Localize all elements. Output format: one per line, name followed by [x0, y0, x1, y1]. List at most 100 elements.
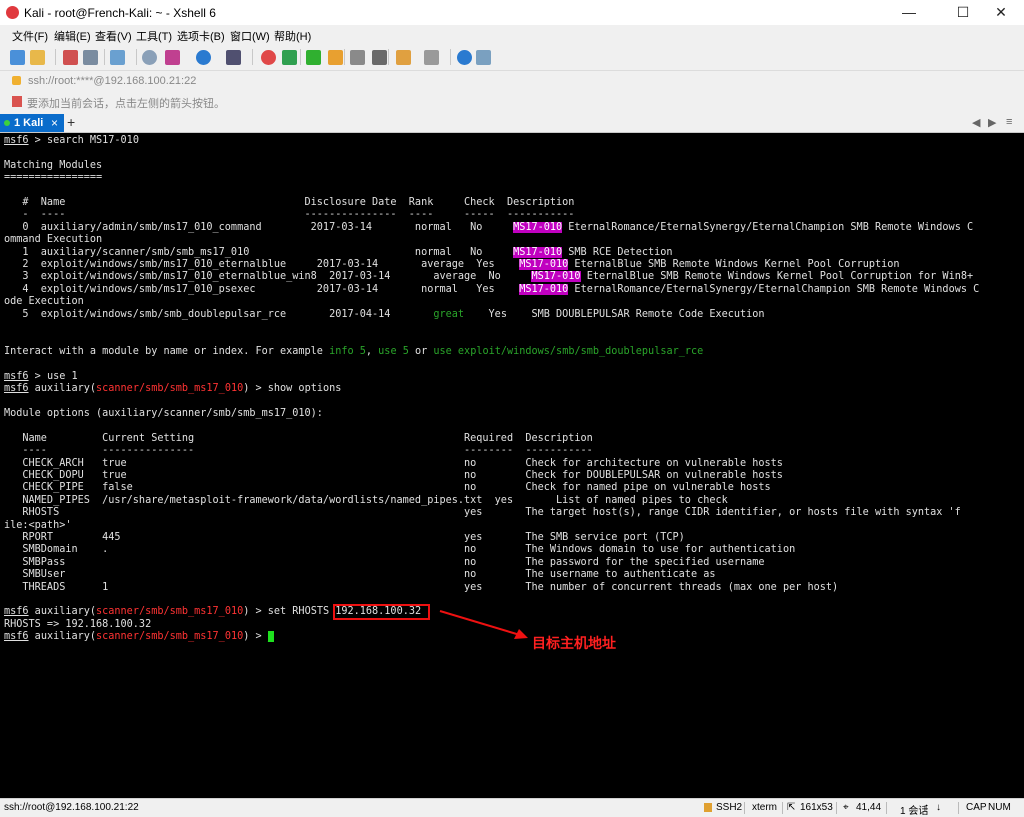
add-tab-icon[interactable]	[396, 50, 411, 65]
help-icon[interactable]	[457, 50, 472, 65]
bookmark-icon[interactable]	[12, 96, 22, 107]
section-title: Matching Modules	[4, 159, 103, 171]
close-button[interactable]: ✕	[978, 0, 1024, 25]
menu-file[interactable]: 文件(F)	[12, 28, 48, 44]
menu-edit[interactable]: 编辑(E)	[54, 28, 91, 44]
table-header: # Name Disclosure Date Rank Check Descri…	[4, 197, 575, 209]
tab-close-icon[interactable]: ×	[51, 116, 58, 130]
session-address[interactable]: ssh://root:****@192.168.100.21:22	[28, 75, 196, 87]
keyboard-icon[interactable]	[350, 50, 365, 65]
module-desc: EternalBlue SMB Remote Windows Kernel Po…	[580, 271, 974, 283]
command-text: set RHOSTS	[267, 606, 336, 618]
toolbar-divider	[136, 49, 137, 65]
prompt: msf6	[4, 606, 29, 618]
option-row: SMBDomain . no The Windows domain to use…	[4, 544, 796, 556]
status-position: 41,44	[856, 802, 882, 813]
tab-prev-icon[interactable]: ◀	[972, 116, 980, 129]
terminal-cursor: _	[267, 631, 274, 643]
ssh-lock-icon	[704, 803, 712, 812]
prompt-module: scanner/smb/smb_ms17_010	[96, 631, 244, 643]
status-protocol: SSH2	[716, 802, 743, 813]
disconnect-icon[interactable]	[63, 50, 78, 65]
compose-icon[interactable]	[372, 50, 387, 65]
option-row: THREADS 1 yes The number of concurrent t…	[4, 581, 839, 593]
color-scheme-icon[interactable]	[165, 50, 180, 65]
menu-bar: 文件(F) 编辑(E) 查看(V) 工具(T) 选项卡(B) 窗口(W) 帮助(…	[0, 25, 1024, 45]
open-folder-icon[interactable]	[30, 50, 45, 65]
menu-window[interactable]: 窗口(W)	[230, 28, 270, 44]
lock-icon[interactable]	[328, 50, 343, 65]
tab-next-icon[interactable]: ▶	[988, 116, 996, 129]
status-divider	[886, 802, 887, 814]
prompt: msf6	[4, 631, 29, 643]
menu-view[interactable]: 查看(V)	[95, 28, 132, 44]
module-row: 2 exploit/windows/smb/ms17_010_eternalbl…	[4, 259, 520, 271]
hint-command: use exploit/windows/smb/smb_doublepulsar…	[433, 345, 704, 357]
command-text: show options	[267, 383, 342, 395]
module-row: 5 exploit/windows/smb/smb_doublepulsar_r…	[4, 308, 434, 320]
xftp-icon[interactable]	[261, 50, 276, 65]
hint-sep: or	[408, 345, 434, 357]
status-caps: CAP	[966, 802, 987, 813]
interact-hint: Interact with a module by name or index.…	[4, 345, 330, 357]
session-tip-bar: 要添加当前会话，点击左侧的箭头按钮。	[0, 92, 1024, 112]
terminal-output: msf6 > search MS17-010 Matching Modules …	[4, 135, 979, 644]
annotation-label: 目标主机地址	[532, 635, 616, 651]
search-highlight: MS17-010	[519, 283, 569, 295]
toolbar-divider	[450, 49, 451, 65]
status-num: NUM	[988, 802, 1011, 813]
tab-bar: 1 Kali × + ◀ ▶ ≡	[0, 114, 1024, 133]
font-icon[interactable]	[226, 50, 241, 65]
tab-list-icon[interactable]: ≡	[1006, 116, 1012, 128]
find-icon[interactable]	[142, 50, 157, 65]
option-row: CHECK_ARCH true no Check for architectur…	[4, 457, 783, 469]
rank-great: great	[433, 308, 465, 320]
option-row: RPORT 445 yes The SMB service port (TCP)	[4, 532, 685, 543]
lock-icon	[12, 76, 21, 85]
properties-icon[interactable]	[110, 50, 125, 65]
session-tip: 要添加当前会话，点击左侧的箭头按钮。	[27, 98, 225, 110]
hint-command: info 5	[329, 345, 366, 357]
add-tab-button[interactable]: +	[67, 114, 75, 130]
fullscreen-icon[interactable]	[306, 50, 321, 65]
session-up-icon[interactable]: ↑	[924, 802, 929, 813]
module-row: 1 auxiliary/scanner/smb/smb_ms17_010 nor…	[4, 246, 514, 258]
globe-icon[interactable]	[196, 50, 211, 65]
menu-help[interactable]: 帮助(H)	[274, 28, 311, 44]
terminal[interactable]: msf6 > search MS17-010 Matching Modules …	[0, 133, 1024, 798]
toolbar-divider	[344, 49, 345, 65]
toolbar-divider	[300, 49, 301, 65]
section-title: Module options (auxiliary/scanner/smb/sm…	[4, 407, 323, 419]
prompt-context: auxiliary(	[28, 383, 97, 395]
tab-label: 1 Kali	[14, 117, 44, 129]
window-title: Kali - root@French-Kali: ~ - Xshell 6	[24, 6, 216, 20]
address-bar[interactable]: ssh://root:****@192.168.100.21:22	[0, 70, 1024, 93]
toolbar-divider	[388, 49, 389, 65]
module-row-rest: Yes SMB DOUBLEPULSAR Remote Code Executi…	[464, 308, 765, 320]
tab-kali[interactable]: 1 Kali ×	[0, 114, 64, 132]
chat-icon[interactable]	[476, 50, 491, 65]
command-text: > search MS17-010	[28, 135, 139, 146]
menu-tools[interactable]: 工具(T)	[136, 28, 172, 44]
minimize-button[interactable]: —	[886, 0, 932, 25]
new-session-icon[interactable]	[10, 50, 25, 65]
prompt: msf6	[4, 370, 29, 382]
module-desc: SMB RCE Detection	[562, 246, 673, 258]
prompt-module: scanner/smb/smb_ms17_010	[96, 606, 244, 618]
module-row: 4 exploit/windows/smb/ms17_010_psexec 20…	[4, 283, 520, 295]
layout-icon[interactable]	[424, 50, 439, 65]
toolbar-divider	[252, 49, 253, 65]
transfer-icon[interactable]	[282, 50, 297, 65]
xshell-app-icon	[6, 6, 19, 19]
reconnect-icon[interactable]	[83, 50, 98, 65]
module-row: 0 auxiliary/admin/smb/ms17_010_command 2…	[4, 221, 514, 233]
menu-tabs[interactable]: 选项卡(B)	[177, 28, 225, 44]
session-down-icon[interactable]: ↓	[936, 802, 941, 813]
status-term: xterm	[752, 802, 777, 813]
option-row-wrap: ile:<path>'	[4, 519, 72, 531]
status-divider	[744, 802, 745, 814]
search-highlight: MS17-010	[513, 221, 563, 233]
prompt-context: auxiliary(	[28, 606, 97, 618]
status-size: 161x53	[800, 802, 833, 813]
size-icon: ⇱	[787, 802, 796, 813]
